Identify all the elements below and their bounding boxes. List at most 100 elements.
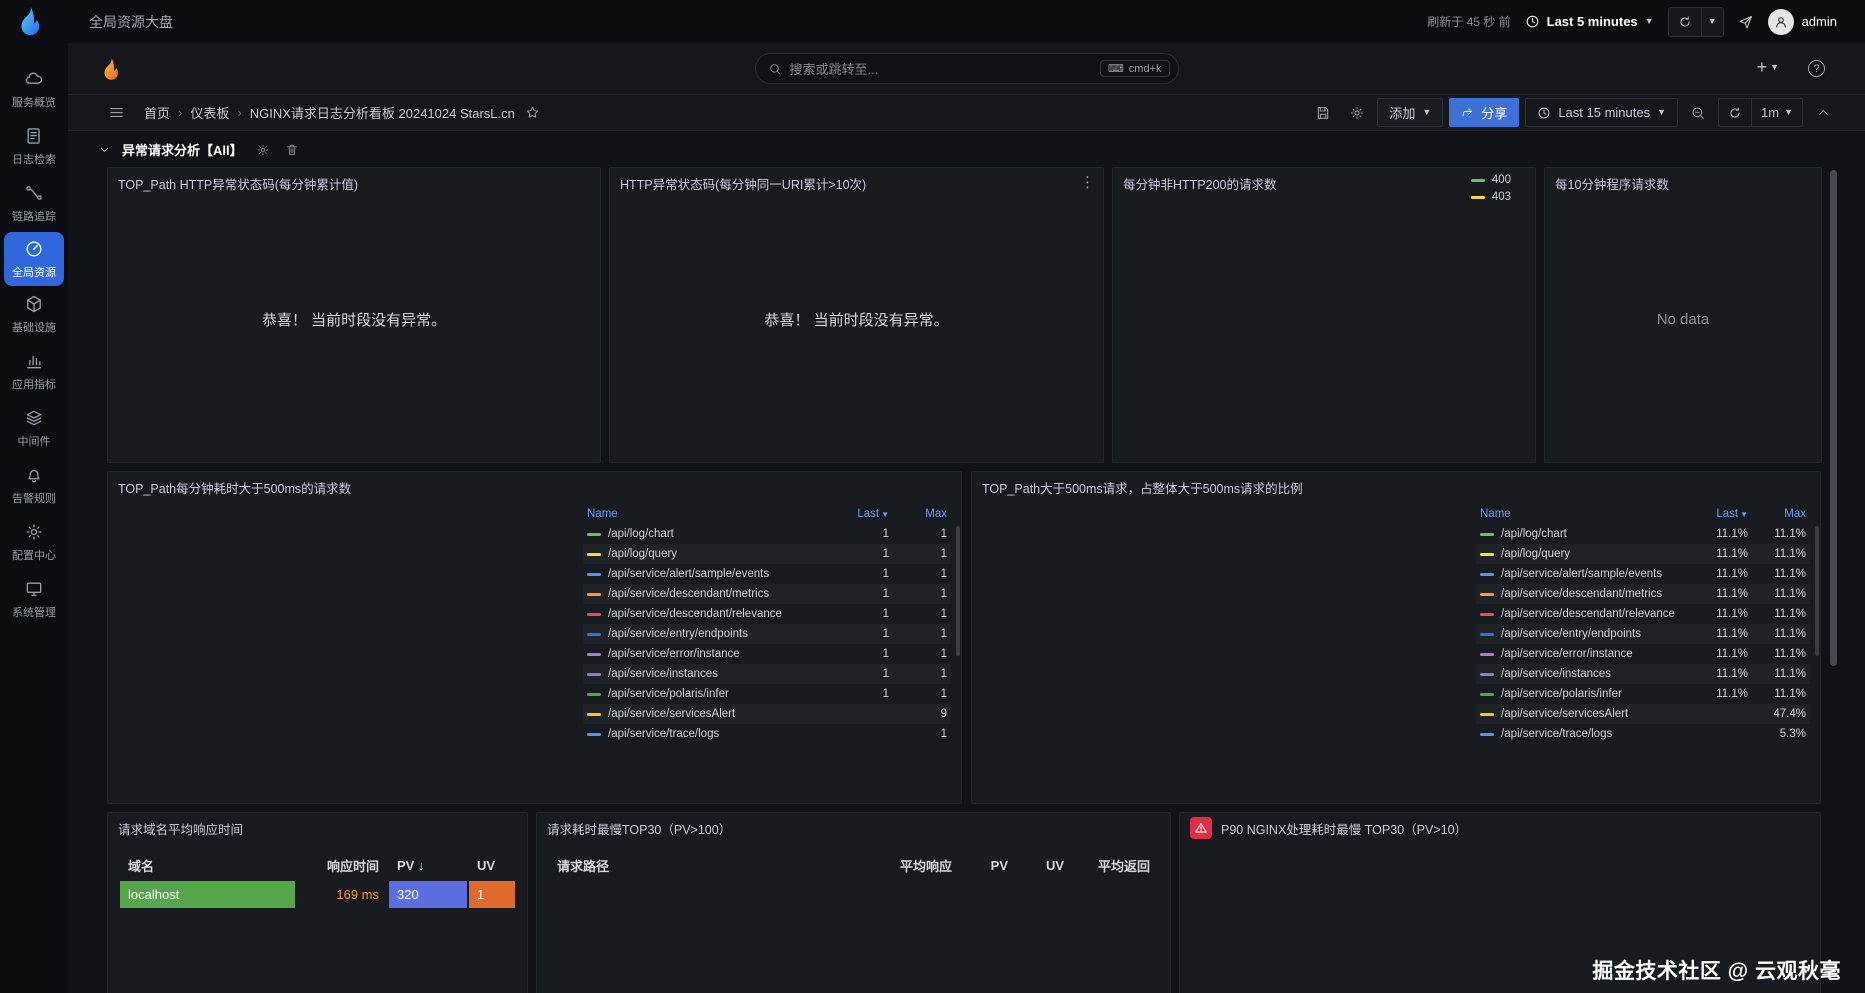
panel-menu-icon[interactable]: ⋮ — [1080, 173, 1095, 191]
legend-item[interactable]: 403 — [1470, 191, 1511, 203]
legend-row[interactable]: /api/service/polaris/infer 1 1 — [583, 684, 951, 704]
legend-row[interactable]: /api/service/descendant/relevance 11.1% 11… — [1476, 604, 1810, 624]
send-button[interactable] — [1738, 14, 1754, 30]
legend-row[interactable]: /api/service/error/instance 1 1 — [583, 644, 951, 664]
panel-title[interactable]: HTTP异常状态码(每分钟同一URI累计>10次) — [610, 168, 1103, 198]
legend-col-last[interactable]: Last ▼ — [1690, 508, 1748, 520]
chevron-down-icon: ▼ — [1422, 107, 1432, 117]
table-column-header[interactable]: PV — [962, 858, 1016, 873]
refresh-interval-select[interactable]: 1m ▼ — [1751, 99, 1802, 126]
legend-item[interactable]: 400 — [1470, 174, 1511, 186]
legend-row[interactable]: /api/log/query 11.1% 11.1% — [1476, 544, 1810, 564]
legend-row[interactable]: /api/log/chart 11.1% 11.1% — [1476, 524, 1810, 544]
panel-title[interactable]: TOP_Path HTTP异常状态码(每分钟累计值) — [108, 168, 600, 198]
panel-title[interactable]: 请求耗时最慢TOP30（PV>100） — [537, 813, 1170, 843]
panel-title[interactable]: TOP_Path每分钟耗时大于500ms的请求数 — [108, 472, 961, 502]
legend-row[interactable]: /api/service/descendant/metrics 11.1% 11.1… — [1476, 584, 1810, 604]
table-column-header[interactable]: 请求路径 — [549, 856, 872, 875]
dashboard-refresh-button[interactable] — [1719, 99, 1751, 126]
scrollbar-thumb[interactable] — [1830, 170, 1837, 666]
legend-col-last[interactable]: Last ▼ — [831, 508, 889, 520]
save-dashboard-button[interactable] — [1309, 99, 1337, 127]
panel-title[interactable]: 每10分钟程序请求数 — [1545, 168, 1821, 198]
panel-title-row[interactable]: P90 NGINX处理耗时最慢 TOP30（PV>10） — [1180, 813, 1820, 843]
legend-row[interactable]: /api/service/descendant/metrics 1 1 — [583, 584, 951, 604]
table-column-header[interactable]: PV ↓ — [389, 858, 467, 873]
user-menu[interactable]: admin — [1767, 8, 1837, 35]
legend-col-name[interactable]: Name — [587, 508, 831, 520]
legend-row[interactable]: /api/service/alert/sample/events 11.1% 11.… — [1476, 564, 1810, 584]
legend-row[interactable]: /api/service/servicesAlert 9 — [583, 704, 951, 724]
legend-row[interactable]: /api/log/query 1 1 — [583, 544, 951, 564]
legend-label: 400 — [1491, 174, 1511, 186]
legend-row[interactable]: /api/service/instances 1 1 — [583, 664, 951, 684]
legend-row[interactable]: /api/service/alert/sample/events 1 1 — [583, 564, 951, 584]
refresh-button[interactable] — [1668, 7, 1701, 36]
menu-toggle[interactable] — [102, 99, 130, 127]
sidebar-item-系统管理[interactable]: 系统管理 — [0, 571, 68, 628]
legend-row[interactable]: /api/service/entry/endpoints 1 1 — [583, 624, 951, 644]
legend-col-name[interactable]: Name — [1480, 508, 1690, 520]
breadcrumb-item[interactable]: NGINX请求日志分析看板 20241024 StarsL.cn — [250, 103, 515, 122]
sidebar-item-服务概览[interactable]: 服务概览 — [0, 61, 68, 118]
sidebar-item-配置中心[interactable]: 配置中心 — [0, 514, 68, 571]
legend-row[interactable]: /api/service/instances 11.1% 11.1% — [1476, 664, 1810, 684]
legend-row[interactable]: /api/service/error/instance 11.1% 11.1% — [1476, 644, 1810, 664]
table-row[interactable]: localhost 169 ms 320 1 — [120, 881, 515, 908]
zoom-out-button[interactable] — [1684, 99, 1712, 127]
table-column-header[interactable]: 响应时间 — [297, 856, 387, 875]
domain-cell[interactable]: localhost — [120, 881, 295, 908]
sidebar-item-日志检索[interactable]: 日志检索 — [0, 118, 68, 175]
sidebar-item-中间件[interactable]: 中间件 — [0, 400, 68, 457]
dashboard-settings-button[interactable] — [1343, 99, 1371, 127]
sidebar-item-基础设施[interactable]: 基础设施 — [0, 286, 68, 343]
grafana-logo[interactable] — [98, 56, 124, 82]
table-column-header[interactable]: 平均响应 — [874, 856, 960, 875]
favorite-star-icon[interactable] — [525, 105, 540, 120]
help-button[interactable]: ? — [1808, 60, 1825, 77]
global-time-picker[interactable]: Last 5 minutes ▼ — [1525, 14, 1654, 29]
add-panel-button[interactable]: 添加 ▼ — [1377, 98, 1444, 127]
add-new-button[interactable]: + ▼ — [1757, 57, 1779, 78]
legend-row[interactable]: /api/service/servicesAlert 47.4% — [1476, 704, 1810, 724]
legend-row[interactable]: /api/service/polaris/infer 11.1% 11.1% — [1476, 684, 1810, 704]
sidebar-item-全局资源[interactable]: 全局资源 — [4, 232, 64, 286]
table-column-header[interactable]: UV — [1018, 858, 1072, 873]
requests-table: 请求路径 平均响应 PV UV 平均返回 — [537, 843, 1170, 993]
sidebar-item-告警规则[interactable]: 告警规则 — [0, 457, 68, 514]
legend-header: Name Last ▼ Max — [1476, 504, 1810, 524]
table-column-header[interactable]: 平均返回 — [1074, 856, 1158, 875]
panel-title[interactable]: 请求域名平均响应时间 — [108, 813, 527, 843]
legend-row[interactable]: /api/log/chart 1 1 — [583, 524, 951, 544]
dashboard-time-picker[interactable]: Last 15 minutes ▼ — [1525, 98, 1679, 127]
collapse-toolbar-button[interactable] — [1809, 99, 1837, 127]
legend-scrollbar-thumb[interactable] — [1815, 526, 1819, 656]
table-column-header[interactable]: UV — [469, 858, 515, 873]
sidebar-item-label: 链路追踪 — [12, 211, 56, 223]
breadcrumb-separator: › — [178, 105, 183, 120]
question-icon: ? — [1808, 60, 1825, 77]
breadcrumb-item[interactable]: 首页 — [144, 103, 170, 122]
legend-col-max[interactable]: Max — [1748, 508, 1806, 520]
breadcrumb-item[interactable]: 仪表板 — [190, 103, 229, 122]
platform-logo[interactable] — [13, 4, 47, 38]
series-max-value: 11.1% — [1774, 688, 1806, 700]
legend-row[interactable]: /api/service/entry/endpoints 11.1% 11.1% — [1476, 624, 1810, 644]
table-column-header[interactable]: 域名 — [120, 856, 295, 875]
dashboard-row-title[interactable]: 异常请求分析【All】 — [122, 140, 243, 159]
legend-row[interactable]: /api/service/trace/logs 5.3% — [1476, 724, 1810, 744]
refresh-interval-caret[interactable]: ▼ — [1700, 7, 1723, 36]
row-collapse-chevron[interactable] — [98, 143, 111, 156]
legend-scrollbar-thumb[interactable] — [956, 526, 960, 656]
legend-row[interactable]: /api/service/trace/logs 1 — [583, 724, 951, 744]
search-input[interactable]: 搜索或跳转至... ⌨ cmd+k — [754, 53, 1179, 84]
panel-title[interactable]: TOP_Path大于500ms请求，占整体大于500ms请求的比例 — [972, 472, 1820, 502]
sidebar-item-应用指标[interactable]: 应用指标 — [0, 343, 68, 400]
series-name: /api/service/servicesAlert — [1501, 708, 1629, 720]
sidebar-item-链路追踪[interactable]: 链路追踪 — [0, 175, 68, 232]
row-delete-icon[interactable] — [283, 141, 301, 159]
share-button[interactable]: 分享 — [1449, 98, 1520, 127]
legend-row[interactable]: /api/service/descendant/relevance 1 1 — [583, 604, 951, 624]
row-settings-icon[interactable] — [254, 141, 272, 159]
legend-col-max[interactable]: Max — [889, 508, 947, 520]
